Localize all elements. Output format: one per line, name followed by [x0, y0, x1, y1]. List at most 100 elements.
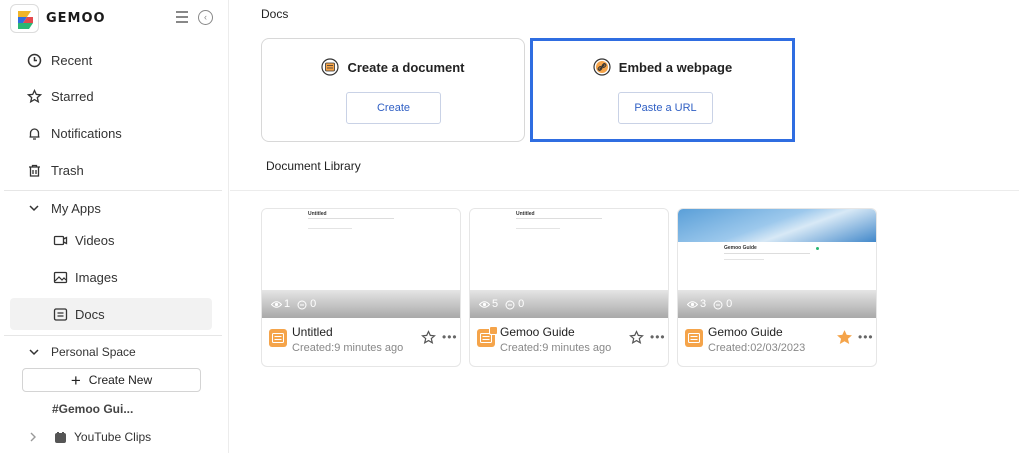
sidebar-item-docs[interactable]: Docs — [10, 298, 212, 330]
star-icon — [26, 88, 42, 104]
document-card[interactable]: Gemoo Guide 3 0 Gemoo Guide Created:02/0… — [677, 208, 877, 367]
page-title: Docs — [261, 7, 289, 21]
doc-icon — [52, 306, 68, 322]
sidebar-divider — [4, 190, 222, 191]
personal-space-toggle[interactable]: Personal Space — [26, 341, 136, 363]
link-icon — [593, 58, 611, 76]
embed-webpage-header: Embed a webpage — [533, 58, 792, 76]
more-options-icon[interactable]: ••• — [650, 330, 666, 344]
embed-webpage-title: Embed a webpage — [618, 59, 733, 75]
thumbnail-text-line — [724, 259, 764, 260]
sidebar-item-notifications[interactable]: Notifications — [26, 122, 122, 144]
thumbnail-title: Gemoo Guide — [724, 245, 757, 251]
comment-icon — [297, 300, 308, 309]
video-icon — [52, 232, 68, 248]
sidebar-divider — [4, 335, 222, 336]
sidebar-item-videos[interactable]: Videos — [52, 229, 115, 251]
menu-icon[interactable] — [176, 11, 190, 25]
sidebar-item-label: Trash — [51, 162, 84, 178]
comment-count: 0 — [518, 298, 525, 310]
create-document-title: Create a document — [347, 59, 465, 75]
space-item-label: #Gemoo Gui... — [52, 402, 134, 416]
sidebar-item-trash[interactable]: Trash — [26, 159, 84, 181]
space-item-youtube-clips[interactable]: YouTube Clips — [28, 426, 151, 448]
sidebar-item-label: Docs — [75, 306, 105, 322]
library-divider — [230, 190, 1019, 191]
more-options-icon[interactable]: ••• — [442, 330, 458, 344]
logo-row: GEMOO ‹ — [10, 4, 220, 34]
document-name[interactable]: Gemoo Guide — [500, 325, 575, 339]
eye-icon — [271, 300, 282, 309]
sidebar-item-recent[interactable]: Recent — [26, 49, 92, 71]
document-created: Created:02/03/2023 — [708, 342, 806, 354]
create-button[interactable]: Create — [346, 92, 441, 124]
document-stats: 3 0 — [687, 298, 739, 310]
sidebar-item-label: Images — [75, 269, 118, 285]
paste-url-button[interactable]: Paste a URL — [618, 92, 713, 124]
shared-badge-icon — [489, 326, 498, 335]
document-thumbnail[interactable]: Untitled 1 0 — [262, 209, 460, 318]
space-item-label: YouTube Clips — [74, 430, 152, 444]
eye-icon — [687, 300, 698, 309]
document-created: Created:9 minutes ago — [292, 342, 404, 354]
my-apps-label: My Apps — [51, 200, 101, 216]
space-item-gemoo-guide[interactable]: #Gemoo Gui... — [52, 398, 133, 420]
document-name[interactable]: Gemoo Guide — [708, 325, 783, 339]
trash-icon — [26, 162, 42, 178]
comment-icon — [505, 300, 516, 309]
document-info: Gemoo Guide Created:9 minutes ago ••• — [470, 318, 668, 366]
my-apps-toggle[interactable]: My Apps — [26, 197, 101, 219]
star-icon[interactable] — [629, 330, 644, 345]
sidebar: GEMOO ‹ Recent Starred Notifications Tra… — [0, 0, 229, 453]
main-content: Docs Create a document Create Embed a we… — [230, 0, 1019, 453]
document-name[interactable]: Untitled — [292, 325, 333, 339]
thumbnail-title: Untitled — [308, 211, 327, 217]
folder-icon — [52, 429, 68, 445]
document-stats: 1 0 — [271, 298, 323, 310]
chevron-right-icon — [28, 429, 38, 445]
create-document-card: Create a document Create — [261, 38, 525, 142]
eye-icon — [479, 300, 490, 309]
collapse-sidebar-icon[interactable]: ‹ — [198, 10, 213, 25]
chevron-down-icon — [26, 200, 42, 216]
star-filled-icon[interactable] — [837, 330, 852, 345]
sidebar-item-starred[interactable]: Starred — [26, 85, 94, 107]
embed-webpage-card: Embed a webpage Paste a URL — [530, 38, 795, 142]
thumbnail-text-line — [308, 228, 352, 229]
clock-icon — [26, 52, 42, 68]
chevron-down-icon — [26, 344, 42, 360]
document-created: Created:9 minutes ago — [500, 342, 612, 354]
bell-icon — [26, 125, 42, 141]
comment-icon — [713, 300, 724, 309]
create-new-button[interactable]: + Create New — [22, 368, 201, 392]
comment-count: 0 — [726, 298, 733, 310]
sidebar-item-label: Videos — [75, 232, 115, 248]
sidebar-item-label: Starred — [51, 88, 94, 104]
star-icon[interactable] — [421, 330, 436, 345]
document-card[interactable]: Untitled 1 0 Untitled Created:9 minutes … — [261, 208, 461, 367]
document-info: Gemoo Guide Created:02/03/2023 ••• — [678, 318, 876, 366]
doc-icon — [685, 329, 703, 347]
thumbnail-text-line — [516, 228, 560, 229]
thumbnail-dot — [816, 247, 819, 250]
document-card[interactable]: Untitled 5 0 Gemoo Guide Created:9 minut… — [469, 208, 669, 367]
view-count: 3 — [700, 298, 707, 310]
sidebar-item-label: Notifications — [51, 125, 122, 141]
more-options-icon[interactable]: ••• — [858, 330, 874, 344]
thumbnail-title: Untitled — [516, 211, 535, 217]
document-thumbnail[interactable]: Untitled 5 0 — [470, 209, 668, 318]
doc-icon — [269, 329, 287, 347]
create-new-label: Create New — [88, 373, 153, 387]
view-count: 1 — [284, 298, 291, 310]
comment-count: 0 — [310, 298, 317, 310]
document-thumbnail[interactable]: Gemoo Guide 3 0 — [678, 209, 876, 318]
thumbnail-cover-image — [678, 209, 876, 242]
document-info: Untitled Created:9 minutes ago ••• — [262, 318, 460, 366]
document-app-icon — [321, 58, 340, 76]
view-count: 5 — [492, 298, 499, 310]
sidebar-item-images[interactable]: Images — [52, 266, 118, 288]
sidebar-item-label: Recent — [51, 52, 93, 68]
document-library-title: Document Library — [266, 159, 361, 173]
gemoo-logo-icon[interactable] — [10, 4, 39, 33]
thumbnail-text-line — [724, 253, 810, 254]
